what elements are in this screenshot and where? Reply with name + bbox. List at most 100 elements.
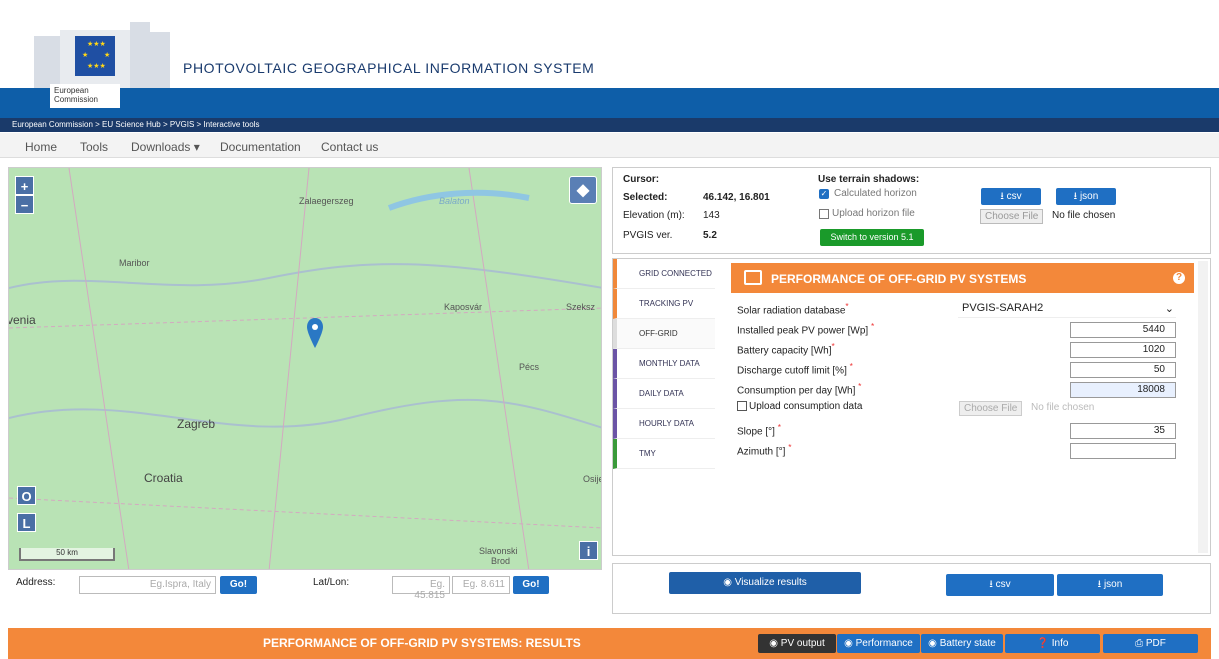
svg-text:★★★: ★★★: [87, 62, 106, 70]
tab-hourly-data[interactable]: HOURLY DATA: [613, 409, 715, 439]
help-icon[interactable]: ?: [1173, 272, 1185, 284]
battery-state-button[interactable]: ◉ Battery state: [921, 634, 1003, 653]
results-title: PERFORMANCE OF OFF-GRID PV SYSTEMS: RESU…: [263, 636, 581, 650]
selected-value: 46.142, 16.801: [703, 192, 770, 203]
horizon-no-file: No file chosen: [1052, 210, 1116, 221]
place-kaposvar: Kaposvár: [444, 302, 483, 312]
json-label: json: [1079, 191, 1099, 202]
pv-output-button[interactable]: ◉ PV output: [758, 634, 836, 653]
org-line2: Commission: [54, 95, 99, 104]
csv-button[interactable]: ⭳ csv: [946, 574, 1054, 596]
latlon-go-button[interactable]: Go!: [513, 576, 549, 594]
selected-label: Selected:: [623, 192, 668, 203]
performance-label: Performance: [855, 638, 913, 649]
upload-horizon-label: Upload horizon file: [832, 208, 915, 219]
calc-horizon-label: Calculated horizon: [834, 188, 917, 199]
svg-text:★★★: ★★★: [87, 40, 106, 48]
layers-icon[interactable]: ◆: [569, 176, 597, 204]
map-view[interactable]: + − ◆ Zalaegerszeg Balaton Maribor Kapos…: [8, 167, 602, 570]
cursor-label: Cursor:: [623, 174, 660, 185]
csv-label: csv: [995, 579, 1011, 590]
consumption-no-file: No file chosen: [1031, 402, 1095, 413]
address-go-button[interactable]: Go!: [220, 576, 257, 594]
zoom-out-button[interactable]: −: [15, 195, 34, 214]
slope-label: Slope [°] *: [737, 422, 781, 438]
tab-tmy[interactable]: TMY: [613, 439, 715, 469]
nav-downloads[interactable]: Downloads ▾: [131, 140, 200, 154]
slope-input[interactable]: 35: [1070, 423, 1176, 439]
print-icon: ⎙: [1135, 638, 1146, 649]
place-slavonski: Slavonski: [479, 546, 518, 556]
upload-consumption-label: Upload consumption data: [749, 401, 863, 412]
nav-tools[interactable]: Tools: [80, 140, 108, 154]
pvgis-label: PVGIS ver.: [623, 230, 673, 241]
upload-consumption-checkbox[interactable]: [737, 401, 747, 411]
battery-icon: [744, 270, 762, 285]
breadcrumb[interactable]: European Commission > EU Science Hub > P…: [0, 118, 1219, 132]
horizon-json-button[interactable]: ⭳ json: [1056, 188, 1116, 205]
battery-state-label: Battery state: [939, 638, 996, 649]
place-brod: Brod: [491, 556, 511, 566]
db-select[interactable]: PVGIS-SARAH2 ⌄: [958, 302, 1176, 318]
elevation-label: Elevation (m):: [623, 210, 685, 221]
pv-output-label: PV output: [780, 638, 825, 649]
pvgis-value: 5.2: [703, 230, 717, 241]
action-bar: ◉ Visualize results ⭳ csv ⭳ json: [612, 563, 1211, 614]
json-button[interactable]: ⭳ json: [1057, 574, 1163, 596]
horizon-csv-button[interactable]: ⭳ csv: [981, 188, 1041, 205]
calc-horizon-checkbox[interactable]: ✓: [819, 189, 829, 199]
place-maribor: Maribor: [119, 258, 150, 268]
eye-icon: ◉: [928, 638, 940, 649]
main-nav: Home Tools Downloads ▾ Documentation Con…: [0, 133, 1219, 158]
map-terrain: [9, 168, 601, 569]
tab-grid-connected[interactable]: GRID CONNECTED: [613, 259, 715, 289]
eye-icon: ◉: [769, 638, 781, 649]
nav-home[interactable]: Home: [25, 140, 57, 154]
upload-horizon-checkbox[interactable]: [819, 209, 829, 219]
tab-monthly-data[interactable]: MONTHLY DATA: [613, 349, 715, 379]
consumption-input[interactable]: 18008: [1070, 382, 1176, 398]
app-title: PHOTOVOLTAIC GEOGRAPHICAL INFORMATION SY…: [183, 60, 595, 76]
horizon-choose-file-button[interactable]: Choose File: [980, 209, 1044, 224]
scale-bar: 50 km: [19, 548, 115, 561]
btn-o[interactable]: O: [17, 486, 36, 505]
place-croatia: Croatia: [144, 471, 183, 485]
tab-daily-data[interactable]: DAILY DATA: [613, 379, 715, 409]
tab-off-grid[interactable]: OFF-GRID: [613, 319, 715, 349]
peak-input[interactable]: 5440: [1070, 322, 1176, 338]
address-label: Address:: [16, 577, 56, 588]
info-icon: ❓: [1036, 638, 1052, 649]
lon-input[interactable]: Eg. 8.611: [452, 576, 510, 594]
consumption-choose-file-button[interactable]: Choose File: [959, 401, 1023, 416]
place-szeksz: Szeksz: [566, 302, 596, 312]
btn-l[interactable]: L: [17, 513, 36, 532]
zoom-in-button[interactable]: +: [15, 176, 34, 195]
shadows-title: Use terrain shadows:: [818, 174, 920, 185]
lat-input[interactable]: Eg. 45.815: [392, 576, 450, 601]
place-zagreb: Zagreb: [177, 417, 216, 431]
tab-tracking-pv[interactable]: TRACKING PV: [613, 289, 715, 319]
azimuth-input[interactable]: [1070, 443, 1176, 459]
info-panel: Cursor: Selected: 46.142, 16.801 Elevati…: [612, 167, 1211, 254]
db-value: PVGIS-SARAH2: [962, 302, 1044, 314]
address-input[interactable]: Eg.Ispra, Italy: [79, 576, 216, 594]
cutoff-input[interactable]: 50: [1070, 362, 1176, 378]
nav-documentation[interactable]: Documentation: [220, 140, 301, 154]
info-button[interactable]: ❓ Info: [1005, 634, 1100, 653]
form-panel: GRID CONNECTED TRACKING PV OFF-GRID MONT…: [612, 258, 1211, 556]
pdf-button[interactable]: ⎙ PDF: [1103, 634, 1198, 653]
location-pin-icon[interactable]: [307, 318, 323, 350]
commission-label: European Commission: [50, 84, 120, 108]
performance-button[interactable]: ◉ Performance: [837, 634, 920, 653]
header-band: [0, 88, 1219, 118]
info-map-button[interactable]: i: [579, 541, 598, 560]
visualize-label: Visualize results: [734, 577, 807, 588]
nav-contact[interactable]: Contact us: [321, 140, 378, 154]
form-scrollbar[interactable]: [1198, 261, 1208, 553]
place-osije: Osije: [583, 474, 602, 484]
form-title: PERFORMANCE OF OFF-GRID PV SYSTEMS: [771, 272, 1027, 286]
visualize-button[interactable]: ◉ Visualize results: [669, 572, 861, 594]
json-label: json: [1103, 579, 1123, 590]
switch-version-button[interactable]: Switch to version 5.1: [820, 229, 924, 246]
battery-input[interactable]: 1020: [1070, 342, 1176, 358]
